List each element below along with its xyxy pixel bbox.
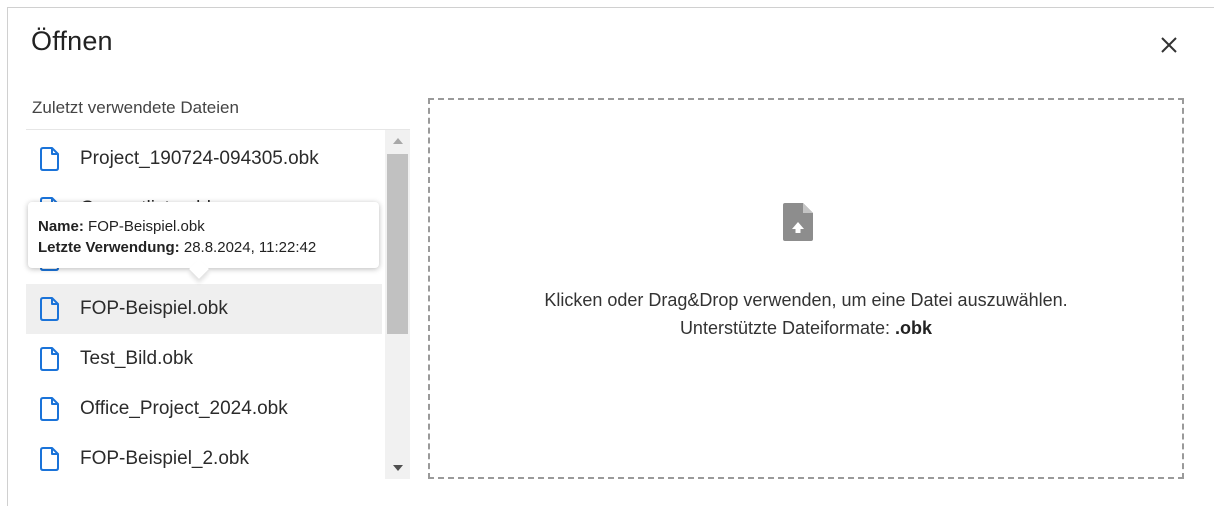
file-list-item[interactable]: Test_Bild.obk	[26, 334, 382, 384]
file-name: Test_Bild.obk	[80, 348, 194, 369]
recent-files-label: Zuletzt verwendete Dateien	[32, 98, 239, 117]
tooltip-used-label: Letzte Verwendung:	[38, 239, 180, 256]
drop-zone-instruction: Klicken oder Drag&Drop verwenden, um ein…	[544, 290, 1068, 310]
tooltip-name-label: Name:	[38, 218, 84, 235]
file-name: Project_190724-094305.obk	[80, 148, 319, 169]
close-icon	[1161, 37, 1177, 53]
file-icon	[40, 447, 59, 471]
file-icon	[40, 397, 59, 421]
file-drop-zone[interactable]: Klicken oder Drag&Drop verwenden, um ein…	[428, 98, 1184, 479]
file-icon	[40, 347, 59, 371]
scroll-down-icon	[392, 465, 403, 471]
file-name: FOP-Beispiel.obk	[80, 298, 228, 319]
file-name: Office_Project_2024.obk	[80, 398, 288, 419]
file-list-item[interactable]: Office_Project_2024.obk	[26, 384, 382, 434]
scrollbar[interactable]	[385, 130, 410, 479]
file-list-item[interactable]: FOP-Beispiel_2.obk	[26, 434, 382, 479]
formats-value: .obk	[895, 318, 933, 338]
file-icon	[40, 297, 59, 321]
scroll-up-button[interactable]	[385, 130, 410, 152]
formats-label: Unterstützte Dateiformate:	[679, 318, 891, 338]
scroll-down-button[interactable]	[385, 457, 410, 479]
drop-zone-formats: Unterstützte Dateiformate: .obk	[430, 318, 1182, 339]
file-name: FOP-Beispiel_2.obk	[80, 448, 249, 469]
tooltip-name-row: Name: FOP-Beispiel.obk	[38, 216, 369, 237]
tooltip-used-value: 28.8.2024, 11:22:42	[183, 239, 317, 256]
close-button[interactable]	[1157, 33, 1181, 57]
recent-files-list: Project_190724-094305.obkGesamtliste.obk…	[26, 129, 410, 479]
scroll-up-icon	[392, 138, 403, 144]
file-list-item[interactable]: Project_190724-094305.obk	[26, 134, 382, 184]
tooltip-name-value: FOP-Beispiel.obk	[88, 218, 205, 235]
file-upload-icon	[783, 203, 813, 241]
tooltip-used-row: Letzte Verwendung: 28.8.2024, 11:22:42	[38, 237, 369, 258]
scroll-thumb[interactable]	[387, 154, 408, 334]
file-tooltip: Name: FOP-Beispiel.obk Letzte Verwendung…	[28, 202, 379, 279]
file-list-item[interactable]: FOP-Beispiel.obk	[26, 284, 382, 334]
dialog-title: Öffnen	[31, 26, 113, 56]
file-icon	[40, 147, 59, 171]
